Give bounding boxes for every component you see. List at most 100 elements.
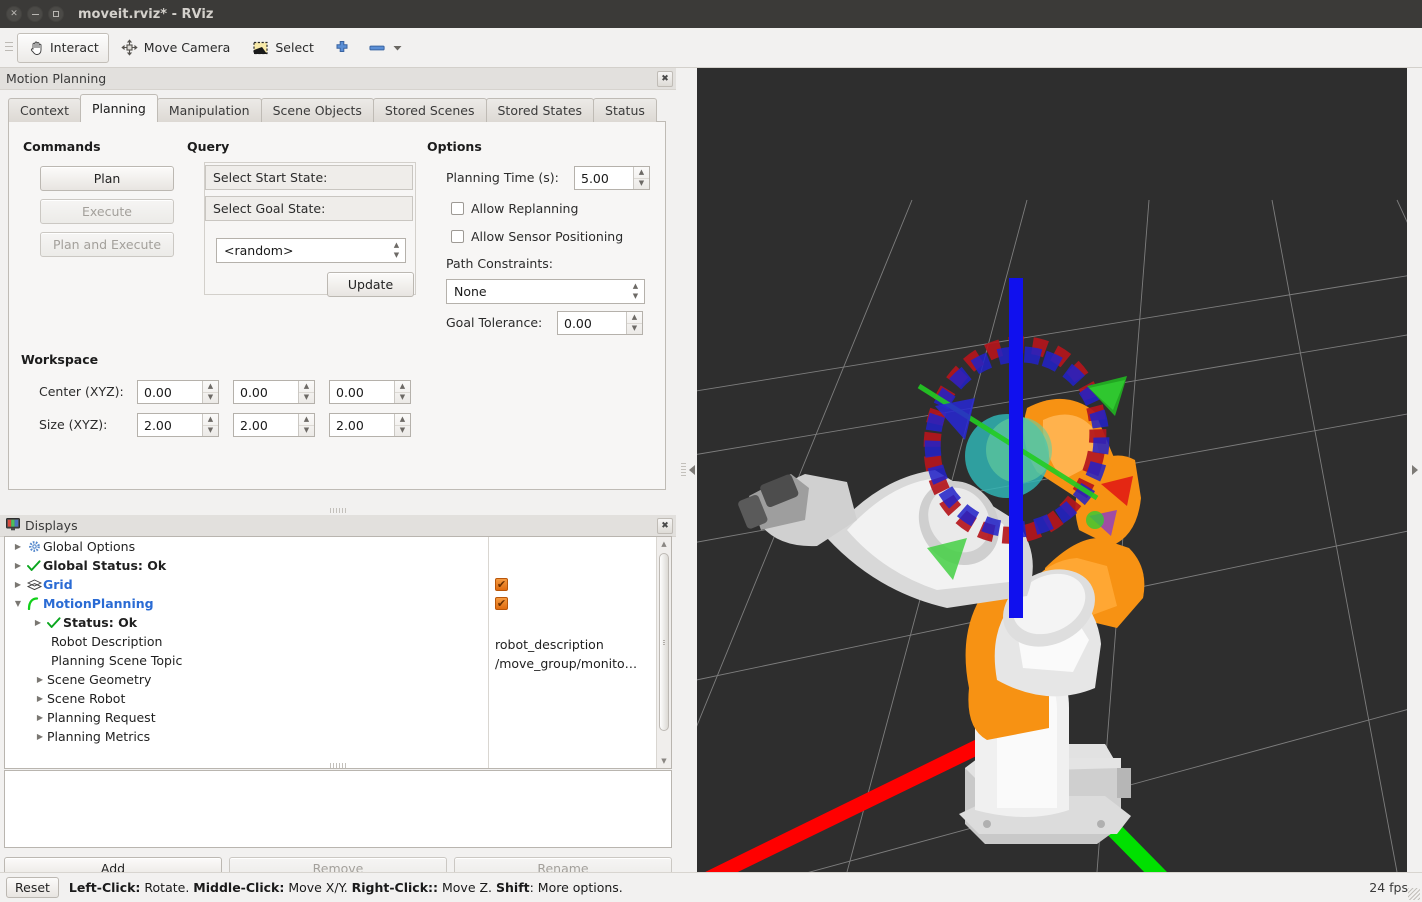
spinner-arrows-icon[interactable]: ▲▼ bbox=[298, 381, 314, 403]
planning-scene-topic-value[interactable]: /move_group/monito… bbox=[495, 656, 637, 671]
planning-time-spinbox[interactable]: 5.00 ▲▼ bbox=[574, 166, 650, 190]
workspace-center-x[interactable]: 0.00 ▲▼ bbox=[137, 380, 219, 404]
robot-description-value[interactable]: robot_description bbox=[495, 637, 604, 652]
execute-button[interactable]: Execute bbox=[40, 199, 174, 224]
properties-splitter[interactable] bbox=[0, 760, 676, 770]
spinner-arrows-icon[interactable]: ▲▼ bbox=[626, 312, 642, 334]
workspace-size-y[interactable]: 2.00 ▲▼ bbox=[233, 413, 315, 437]
allow-sensor-positioning-checkbox[interactable] bbox=[451, 230, 464, 243]
minus-icon bbox=[369, 39, 386, 56]
tree-label: Robot Description bbox=[51, 634, 162, 649]
spinner-arrows-icon[interactable]: ▲▼ bbox=[202, 414, 218, 436]
motion-planning-close-button[interactable]: ✖ bbox=[657, 71, 673, 87]
toolbar-grip[interactable] bbox=[4, 39, 14, 57]
grid-enabled-checkbox[interactable]: ✔ bbox=[495, 578, 508, 591]
workspace-center-z[interactable]: 0.00 ▲▼ bbox=[329, 380, 411, 404]
tree-row-motionplanning[interactable]: ▼ MotionPlanning bbox=[5, 594, 488, 613]
workspace-size-z[interactable]: 2.00 ▲▼ bbox=[329, 413, 411, 437]
tool-move-camera[interactable]: Move Camera bbox=[111, 33, 241, 63]
displays-tree-scrollbar[interactable]: ▲ ▼ bbox=[656, 537, 671, 768]
planning-time-label: Planning Time (s): bbox=[446, 170, 559, 185]
maximize-icon[interactable] bbox=[48, 6, 64, 22]
select-goal-state-field[interactable]: Select Goal State: bbox=[205, 196, 413, 221]
scroll-up-icon[interactable]: ▲ bbox=[657, 537, 671, 551]
tree-row-grid[interactable]: ▶ Grid bbox=[5, 575, 488, 594]
tab-manipulation[interactable]: Manipulation bbox=[157, 98, 262, 122]
chevron-right-icon[interactable]: ▶ bbox=[33, 675, 47, 684]
rviz-3d-view[interactable] bbox=[697, 68, 1407, 872]
tree-label: Scene Geometry bbox=[47, 672, 151, 687]
goal-tolerance-label: Goal Tolerance: bbox=[446, 315, 542, 330]
goal-state-combobox[interactable]: <random> ▲▼ bbox=[216, 238, 406, 263]
spinner-arrows-icon: ▲▼ bbox=[628, 281, 643, 302]
plan-button[interactable]: Plan bbox=[40, 166, 174, 191]
workspace-center-y[interactable]: 0.00 ▲▼ bbox=[233, 380, 315, 404]
path-constraints-combobox[interactable]: None ▲▼ bbox=[446, 279, 645, 304]
tool-interact[interactable]: Interact bbox=[17, 33, 109, 63]
spinner-arrows-icon[interactable]: ▲▼ bbox=[202, 381, 218, 403]
tree-row-planning-metrics[interactable]: ▶ Planning Metrics bbox=[5, 727, 488, 746]
collapse-right-arrow-icon[interactable] bbox=[1412, 465, 1418, 475]
tree-row-global-options[interactable]: ▶ Global Options bbox=[5, 537, 488, 556]
tree-label: Scene Robot bbox=[47, 691, 125, 706]
check-icon bbox=[45, 617, 63, 629]
allow-replanning-checkbox[interactable] bbox=[451, 202, 464, 215]
displays-close-button[interactable]: ✖ bbox=[657, 518, 673, 534]
tree-row-status[interactable]: ▶ Status: Ok bbox=[5, 613, 488, 632]
chevron-right-icon[interactable]: ▶ bbox=[33, 694, 47, 703]
add-tool-button[interactable] bbox=[326, 33, 359, 63]
allow-sensor-positioning-label: Allow Sensor Positioning bbox=[471, 229, 623, 244]
minimize-icon[interactable] bbox=[27, 6, 43, 22]
tab-planning[interactable]: Planning bbox=[80, 94, 158, 122]
reset-button[interactable]: Reset bbox=[6, 877, 59, 898]
select-start-state-field[interactable]: Select Start State: bbox=[205, 165, 413, 190]
remove-tool-button[interactable] bbox=[361, 33, 411, 63]
motionplanning-enabled-checkbox[interactable]: ✔ bbox=[495, 597, 508, 610]
goal-tolerance-spinbox[interactable]: 0.00 ▲▼ bbox=[557, 311, 643, 335]
close-icon[interactable]: ✕ bbox=[6, 6, 22, 22]
tree-label: Grid bbox=[43, 577, 73, 592]
spinner-arrows-icon[interactable]: ▲▼ bbox=[394, 381, 410, 403]
allow-replanning-row[interactable]: Allow Replanning bbox=[451, 201, 578, 216]
tab-stored-states[interactable]: Stored States bbox=[486, 98, 595, 122]
allow-sensor-positioning-row[interactable]: Allow Sensor Positioning bbox=[451, 229, 623, 244]
tree-row-scene-robot[interactable]: ▶ Scene Robot bbox=[5, 689, 488, 708]
plan-and-execute-button[interactable]: Plan and Execute bbox=[40, 232, 174, 257]
chevron-down-icon[interactable] bbox=[392, 39, 403, 56]
tab-scene-objects[interactable]: Scene Objects bbox=[261, 98, 374, 122]
collapse-left-arrow-icon[interactable] bbox=[689, 465, 695, 475]
chevron-right-icon[interactable]: ▶ bbox=[11, 542, 25, 551]
dock-splitter-horizontal[interactable] bbox=[0, 505, 676, 515]
chevron-right-icon[interactable]: ▶ bbox=[33, 713, 47, 722]
allow-replanning-label: Allow Replanning bbox=[471, 201, 578, 216]
planning-time-value: 5.00 bbox=[581, 171, 609, 186]
tool-select[interactable]: Select bbox=[242, 33, 324, 63]
tree-row-global-status[interactable]: ▶ Global Status: Ok bbox=[5, 556, 488, 575]
tree-row-planning-request[interactable]: ▶ Planning Request bbox=[5, 708, 488, 727]
window-controls: ✕ bbox=[6, 6, 64, 22]
spinner-arrows-icon[interactable]: ▲▼ bbox=[298, 414, 314, 436]
tree-row-robot-description[interactable]: Robot Description bbox=[5, 632, 488, 651]
spinner-arrows-icon[interactable]: ▲▼ bbox=[394, 414, 410, 436]
tab-status[interactable]: Status bbox=[593, 98, 657, 122]
motion-planning-tabbar: Context Planning Manipulation Scene Obje… bbox=[8, 94, 656, 122]
spinner-arrows-icon[interactable]: ▲▼ bbox=[633, 167, 649, 189]
mouse-hint-text: Left-Click: Rotate. Middle-Click: Move X… bbox=[69, 880, 623, 895]
tree-row-planning-scene-topic[interactable]: Planning Scene Topic bbox=[5, 651, 488, 670]
tree-row-scene-geometry[interactable]: ▶ Scene Geometry bbox=[5, 670, 488, 689]
update-button[interactable]: Update bbox=[327, 272, 414, 297]
workspace-size-x[interactable]: 2.00 ▲▼ bbox=[137, 413, 219, 437]
hand-cursor-icon bbox=[27, 39, 44, 56]
viewport-right-splitter[interactable] bbox=[1407, 68, 1422, 872]
tab-stored-scenes[interactable]: Stored Scenes bbox=[373, 98, 487, 122]
chevron-right-icon[interactable]: ▶ bbox=[11, 580, 25, 589]
scrollbar-thumb[interactable] bbox=[659, 553, 669, 731]
chevron-right-icon[interactable]: ▶ bbox=[11, 561, 25, 570]
viewport-left-splitter[interactable] bbox=[678, 68, 697, 872]
resize-grip-icon[interactable] bbox=[1408, 888, 1420, 900]
chevron-down-icon[interactable]: ▼ bbox=[11, 599, 25, 608]
chevron-right-icon[interactable]: ▶ bbox=[31, 618, 45, 627]
tab-context[interactable]: Context bbox=[8, 98, 81, 122]
hint-left-click-action: Rotate. bbox=[140, 880, 193, 895]
chevron-right-icon[interactable]: ▶ bbox=[33, 732, 47, 741]
